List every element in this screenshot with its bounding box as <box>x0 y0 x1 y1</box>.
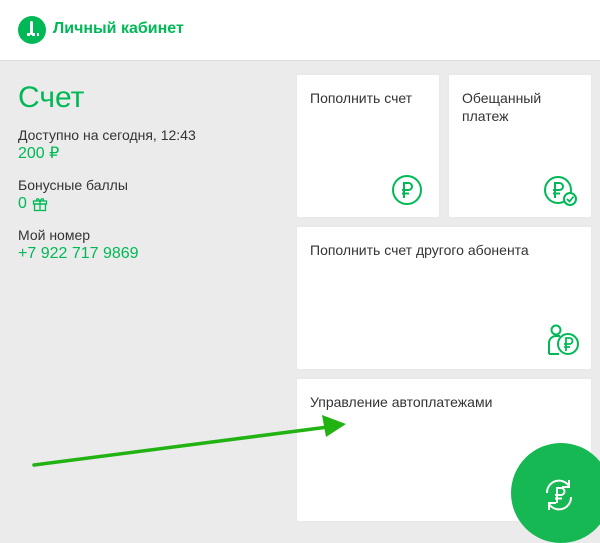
top-up-other-tile[interactable]: Пополнить счет другого абонента <box>297 227 591 369</box>
promised-payment-tile[interactable]: Обещанный платеж <box>449 75 591 217</box>
top-up-other-label: Пополнить счет другого абонента <box>310 242 529 258</box>
arrow-shaft <box>32 425 330 467</box>
autopay-refresh-ruble-icon <box>545 479 573 511</box>
available-balance-label: Доступно на сегодня, 12:43 <box>18 127 196 143</box>
top-up-tile[interactable]: Пополнить счет <box>297 75 439 217</box>
ruble-circle-icon <box>392 175 422 205</box>
page-title: Счет <box>18 81 85 114</box>
header-title[interactable]: Личный кабинет <box>53 20 184 38</box>
available-balance-amount: 200 ₽ <box>18 145 60 162</box>
bonus-points-value: 0 <box>18 194 278 214</box>
available-balance-value: 200 ₽ <box>18 144 278 164</box>
top-header: Личный кабинет <box>0 0 600 61</box>
ruble-check-icon <box>544 176 577 206</box>
my-number-text: +7 922 717 9869 <box>18 245 139 262</box>
megafon-logo-icon[interactable] <box>18 16 46 44</box>
bonus-points-amount: 0 <box>18 195 27 212</box>
autopay-management-label: Управление автоплатежами <box>310 394 493 410</box>
account-summary: Счет Доступно на сегодня, 12:43 200 ₽ Бо… <box>18 80 278 276</box>
gift-icon <box>32 198 48 212</box>
promised-payment-label: Обещанный платеж <box>462 90 542 124</box>
my-number-value: +7 922 717 9869 <box>18 244 278 264</box>
autopay-action-circle[interactable] <box>511 443 600 543</box>
top-up-label: Пополнить счет <box>310 90 413 106</box>
bonus-points-label: Бонусные баллы <box>18 177 128 193</box>
my-number-label: Мой номер <box>18 227 91 243</box>
person-ruble-icon <box>548 324 579 355</box>
